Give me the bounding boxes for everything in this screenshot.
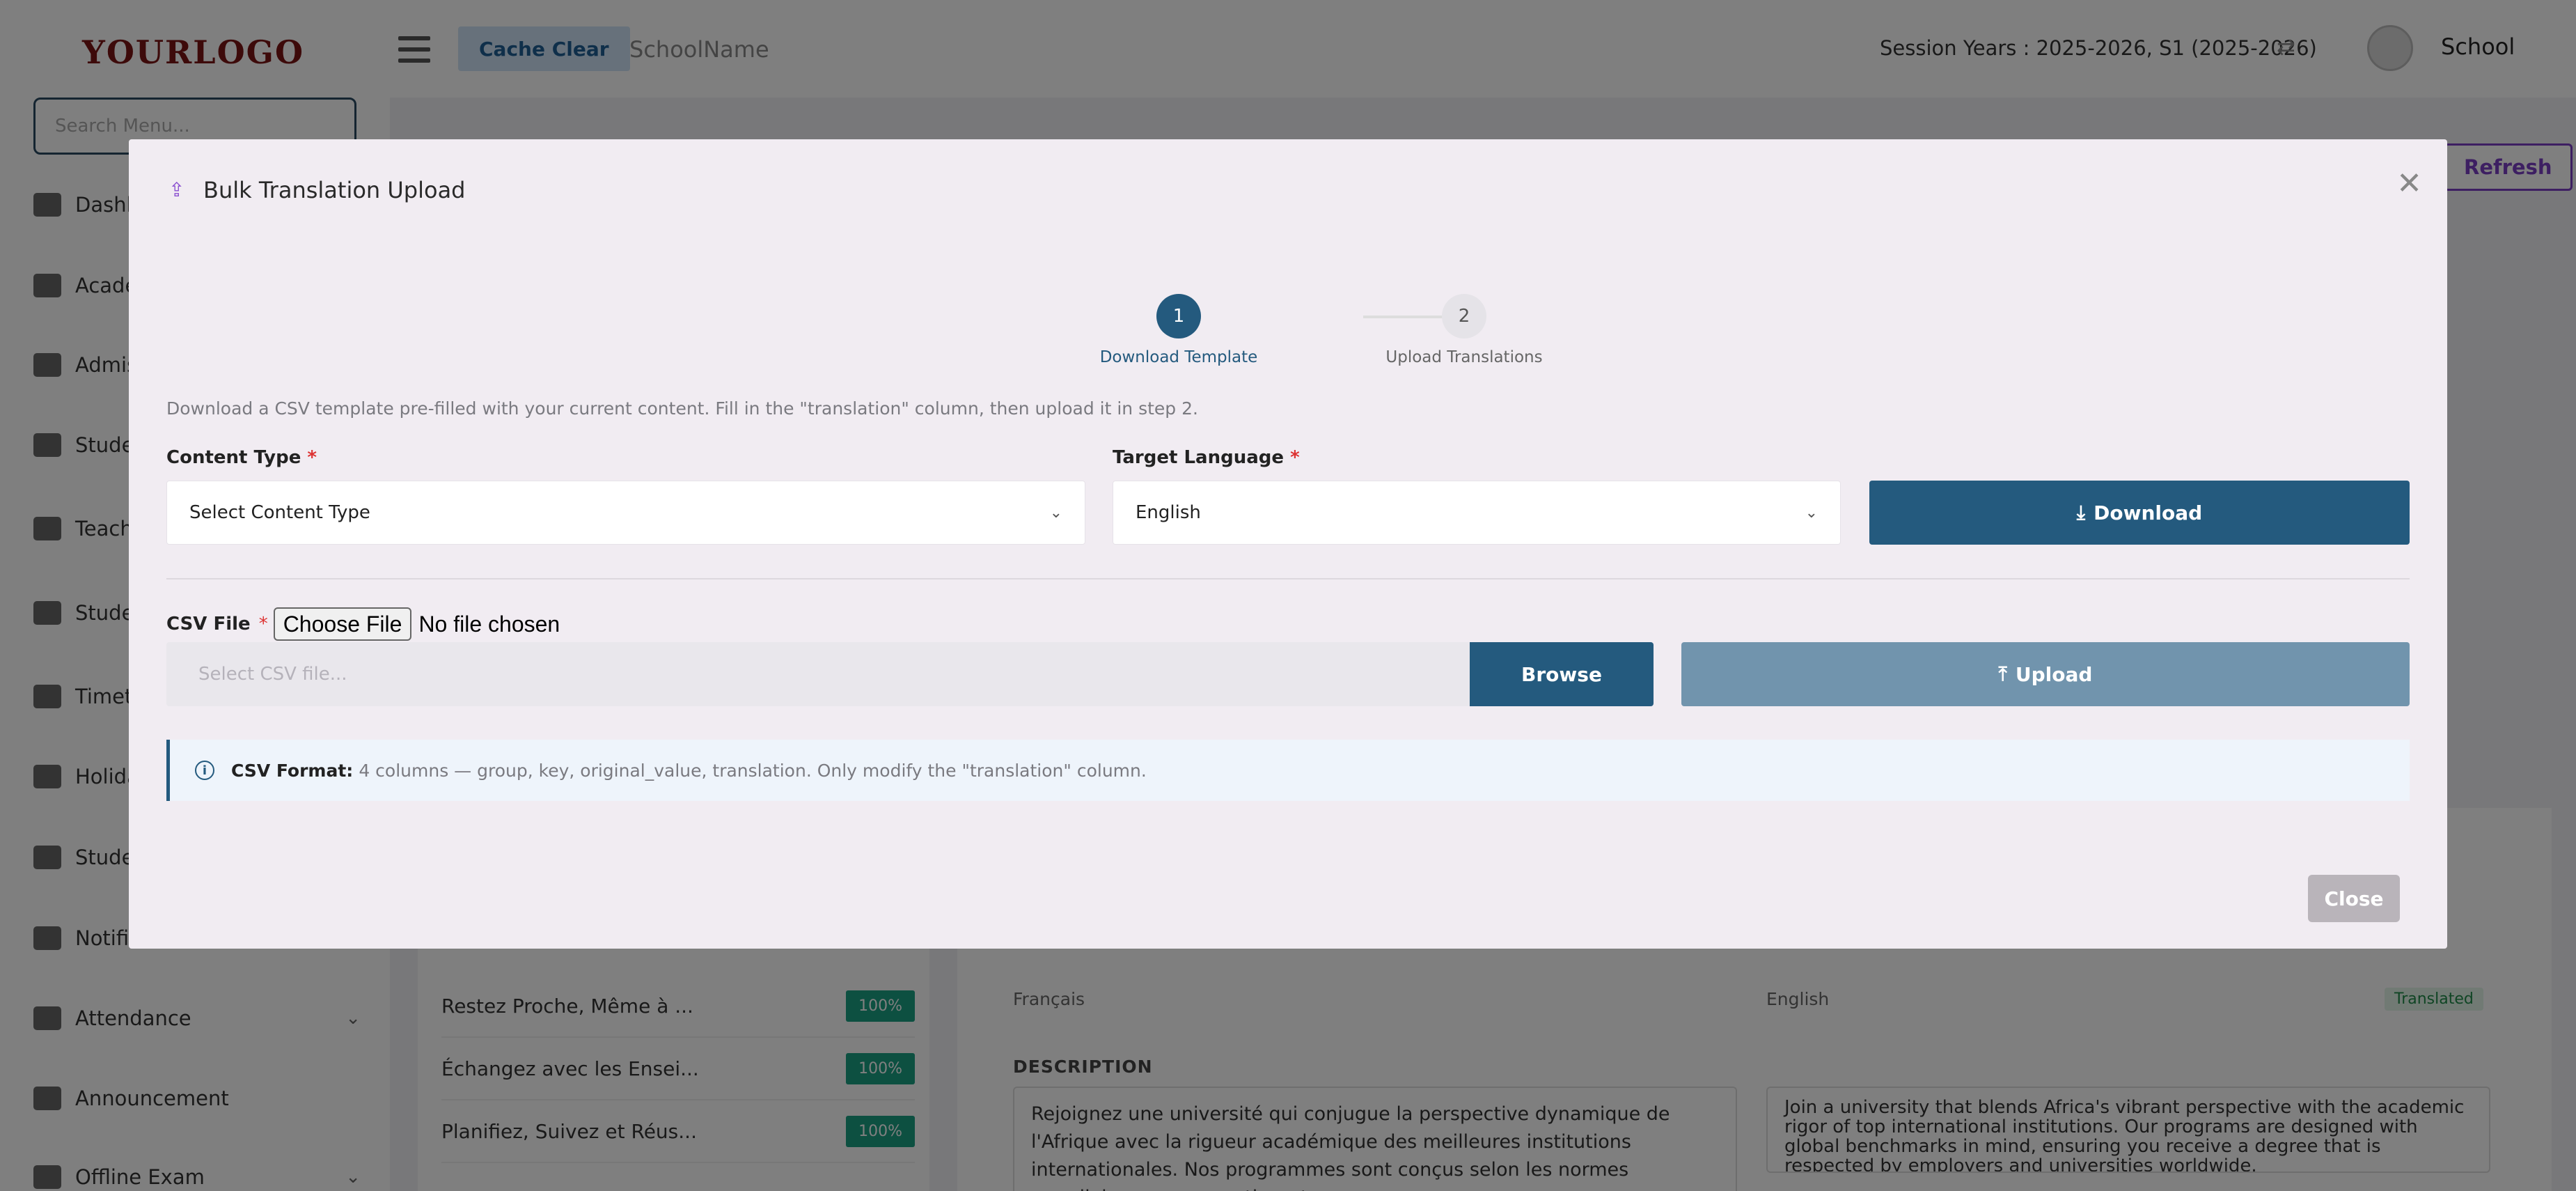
download-icon: ⤓ [2076,501,2086,524]
step-download-template[interactable]: 1 Download Template [1074,294,1283,366]
instruction-text: Download a CSV template pre-filled with … [166,398,1198,419]
chevron-down-icon: ⌄ [1805,504,1818,522]
download-button[interactable]: ⤓ Download [1869,481,2410,545]
close-button[interactable]: Close [2308,875,2400,922]
modal-title: ⇪ Bulk Translation Upload [168,177,466,203]
upload-icon: ⤒ [1998,662,2007,685]
browse-button[interactable]: Browse [1470,642,1654,706]
step-upload-translations[interactable]: 2 Upload Translations [1360,294,1569,366]
upload-button[interactable]: ⤒ Upload [1681,642,2410,706]
target-language-select[interactable]: English ⌄ [1113,481,1841,545]
close-icon[interactable]: ✕ [2396,166,2422,201]
csv-file-field: CSV File * Choose File No file chosen [166,607,560,641]
target-language-label: Target Language * [1113,447,1300,468]
content-type-label: Content Type * [166,447,317,468]
stepper: 1 Download Template 2 Upload Translation… [1074,294,1680,371]
bulk-translation-modal: ⇪ Bulk Translation Upload ✕ 1 Download T… [129,139,2447,949]
file-status: No file chosen [418,611,560,637]
divider [166,578,2410,579]
upload-icon: ⇪ [168,178,185,201]
csv-file-input[interactable]: Select CSV file... [166,642,1470,706]
info-icon: i [195,761,214,780]
content-type-select[interactable]: Select Content Type ⌄ [166,481,1085,545]
chevron-down-icon: ⌄ [1049,504,1062,522]
choose-file-button[interactable]: Choose File [273,607,412,641]
csv-format-info: i CSV Format: 4 columns — group, key, or… [166,740,2410,801]
